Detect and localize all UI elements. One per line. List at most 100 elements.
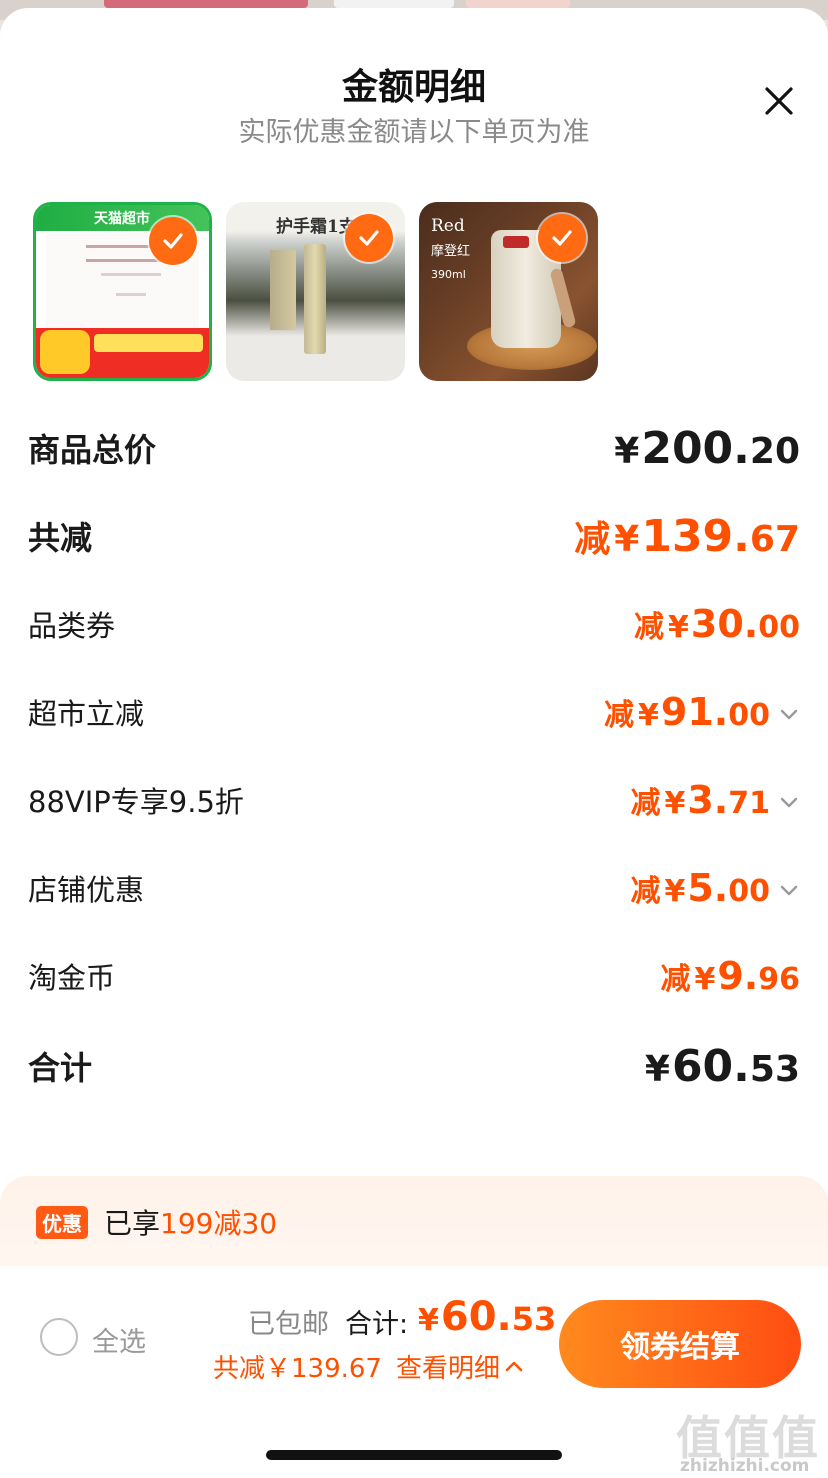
amount-integer: 3.	[687, 778, 729, 822]
backdrop-button-strip	[466, 0, 570, 8]
amount-decimal: 67	[749, 519, 800, 560]
amount-decimal: 96	[758, 962, 800, 997]
chevron-down-icon[interactable]	[778, 703, 800, 725]
check-icon	[359, 230, 379, 246]
discount-summary: 共减￥139.67 查看明细	[213, 1348, 525, 1385]
chevron-down-icon[interactable]	[778, 879, 800, 901]
check-icon	[163, 233, 183, 249]
row-amount: 减 ¥ 91. 00	[604, 690, 800, 734]
amount-prefix: 减	[630, 786, 661, 821]
select-all-label[interactable]: 全选	[92, 1320, 146, 1359]
cup-lid-image	[503, 236, 529, 248]
row-amount: 减 ¥ 9. 96	[660, 954, 800, 998]
amount-decimal: 20	[749, 430, 800, 472]
currency-symbol: ¥	[614, 519, 640, 560]
row-amount: 减 ¥ 3. 71	[630, 778, 800, 822]
currency-symbol: ¥	[644, 1048, 670, 1090]
amount-decimal: 00	[728, 698, 770, 733]
close-button[interactable]	[758, 80, 800, 122]
amount-prefix: 减	[604, 698, 635, 733]
home-indicator[interactable]	[266, 1450, 562, 1460]
selected-check	[149, 217, 197, 265]
row-label: 淘金币	[28, 961, 116, 995]
currency-symbol: ¥	[638, 698, 659, 733]
row-label: 合计	[28, 1049, 93, 1087]
product-size-text: 390ml	[431, 268, 466, 281]
row-label: 共减	[28, 519, 93, 557]
document-line	[101, 273, 161, 276]
product-banner-text: 护手霜1支	[276, 217, 356, 237]
watermark: 值 值 值 zhizhizhi.com	[676, 1402, 824, 1478]
selected-check	[345, 214, 393, 262]
chevron-up-icon	[505, 1361, 523, 1371]
currency-symbol: ¥	[418, 1303, 439, 1338]
currency-symbol: ¥	[614, 430, 640, 472]
row-amount: ¥ 60. 53	[645, 1041, 800, 1092]
row-label: 商品总价	[28, 431, 157, 469]
checkout-button[interactable]: 领券结算	[559, 1300, 801, 1388]
amount-decimal: 53	[749, 1048, 800, 1090]
row-amount: 减 ¥ 5. 00	[630, 866, 800, 910]
product-banner-text: 天猫超市	[94, 211, 150, 227]
amount-integer: 139.	[641, 511, 750, 562]
row-label: 品类券	[28, 609, 116, 643]
row-label: 88VIP专享9.5折	[28, 785, 244, 819]
check-icon	[552, 230, 572, 246]
sheet-subtitle: 实际优惠金额请以下单页为准	[238, 117, 590, 148]
promo-text: 已享199减30	[104, 1202, 277, 1242]
row-total-discount: 共减 减 ¥ 139. 67	[28, 506, 800, 566]
chevron-down-icon[interactable]	[778, 791, 800, 813]
product-thumbnails: 天猫超市 护手霜1支 Red 摩登红 390ml	[33, 202, 598, 381]
product-thumbnail-book[interactable]: 天猫超市	[33, 202, 212, 381]
backdrop-product-strip	[104, 0, 308, 8]
product-promo-banner	[94, 334, 203, 352]
view-details-text: 查看明细	[395, 1354, 500, 1384]
product-subtitle-text: 摩登红	[431, 244, 471, 259]
row-total-price: 商品总价 ¥ 200. 20	[28, 418, 800, 478]
currency-symbol: ¥	[664, 874, 686, 909]
currency-symbol: ¥	[664, 786, 686, 821]
row-category-coupon: 品类券 减 ¥ 30. 00	[28, 594, 800, 654]
amount-prefix: 减	[634, 610, 665, 645]
hand-cream-box-image	[270, 250, 296, 330]
promo-text-prefix: 已享	[104, 1207, 161, 1240]
product-banner-text: Red	[431, 216, 465, 236]
amount-detail-sheet: 金额明细 实际优惠金额请以下单页为准 天猫超市 护手霜1支 Red 摩登红 39…	[0, 8, 828, 1478]
shipping-label: 已包邮	[248, 1309, 329, 1340]
amount-prefix: 减	[660, 962, 691, 997]
amount-prefix: 减	[630, 874, 661, 909]
amount-decimal: 71	[728, 786, 770, 821]
amount-decimal: 00	[728, 874, 770, 909]
amount-integer: 60.	[671, 1040, 750, 1092]
view-details-link[interactable]: 查看明细	[396, 1348, 525, 1385]
hand-cream-tube-image	[304, 244, 326, 354]
sum-label: 合计:	[345, 1309, 409, 1340]
row-amount: 减 ¥ 30. 00	[634, 602, 800, 646]
amount-integer: 5.	[687, 866, 729, 910]
document-line	[116, 293, 146, 296]
amount-prefix: 减	[574, 519, 611, 560]
currency-symbol: ¥	[694, 962, 716, 997]
sum-amount: ¥ 60. 53	[418, 1294, 556, 1340]
amount-integer: 60.	[440, 1294, 512, 1340]
row-shop-discount[interactable]: 店铺优惠 减 ¥ 5. 00	[28, 858, 800, 918]
row-amount: 减 ¥ 139. 67	[574, 510, 800, 562]
sheet-title: 金额明细	[341, 67, 486, 108]
product-thumbnail-cup[interactable]: Red 摩登红 390ml	[419, 202, 598, 381]
row-taojin-coin: 淘金币 减 ¥ 9. 96	[28, 946, 800, 1006]
row-amount: ¥ 200. 20	[614, 423, 800, 474]
mascot-badge-image	[40, 330, 90, 374]
row-label: 超市立减	[28, 697, 145, 731]
select-all-radio[interactable]	[40, 1318, 78, 1356]
discount-summary-text: 共减￥139.67	[213, 1354, 382, 1384]
product-thumbnail-hand-cream[interactable]: 护手霜1支	[226, 202, 405, 381]
amount-integer: 91.	[660, 690, 729, 734]
amount-integer: 9.	[717, 954, 759, 998]
backdrop-button-strip	[334, 0, 454, 8]
close-icon	[765, 87, 793, 115]
promo-tag: 优惠	[36, 1206, 88, 1239]
currency-symbol: ¥	[668, 610, 689, 645]
row-88vip-discount[interactable]: 88VIP专享9.5折 减 ¥ 3. 71	[28, 770, 800, 830]
amount-integer: 200.	[641, 422, 750, 474]
row-market-discount[interactable]: 超市立减 减 ¥ 91. 00	[28, 682, 800, 742]
